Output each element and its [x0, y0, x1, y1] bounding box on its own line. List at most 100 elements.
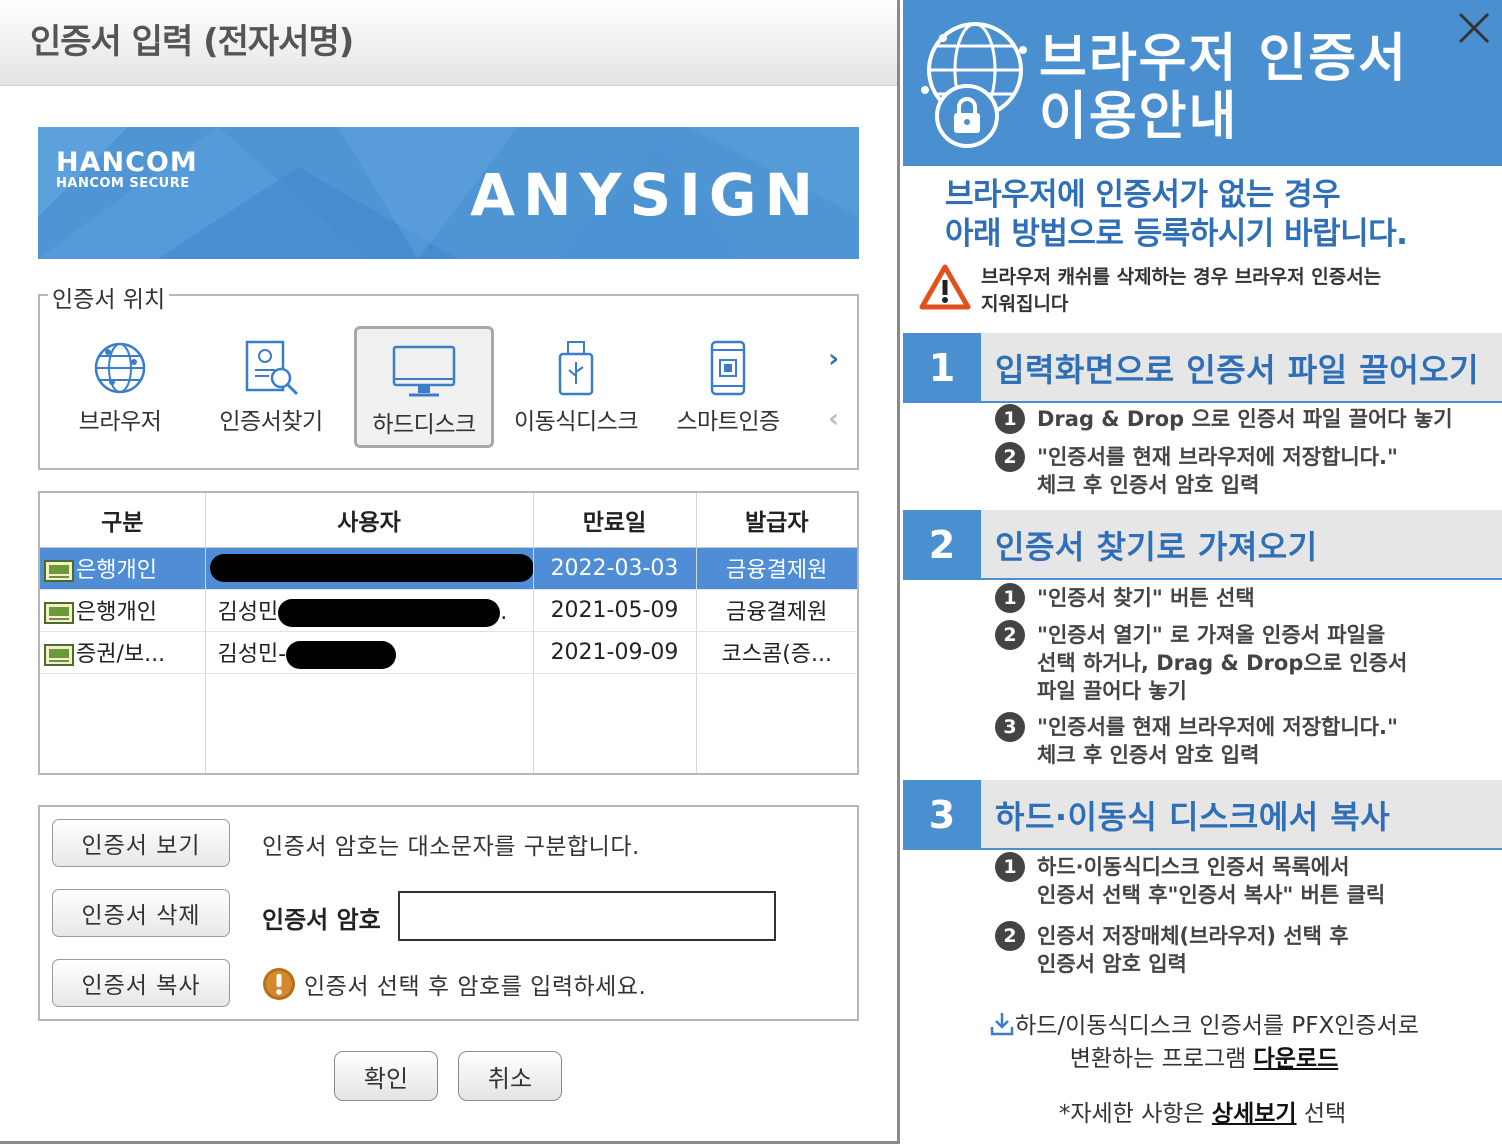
- column-header-user[interactable]: 사용자: [205, 493, 534, 548]
- user-suffix: .: [500, 599, 508, 625]
- step-item-number: 2: [995, 921, 1025, 951]
- certificate-dialog: 인증서 입력 (전자서명) HANCOM HANCOM SECURE ANYSI…: [0, 0, 900, 1144]
- step-item-number: 2: [995, 442, 1025, 472]
- certificate-icon: [44, 560, 74, 582]
- table-header-row: 구분 사용자 만료일 발급자: [40, 493, 857, 548]
- guide-subtitle-line: 브라우저에 인증서가 없는 경우: [945, 177, 1341, 213]
- location-smart-cert[interactable]: 스마트인증: [658, 326, 798, 448]
- guide-caution: 브라우저 캐쉬를 삭제하는 경우 브라우저 인증서는 지워집니다: [919, 264, 1381, 318]
- location-next-arrow[interactable]: ›: [828, 344, 839, 374]
- step-item-line: Drag & Drop 으로 인증서 파일 끌어다 놓기: [1037, 407, 1453, 431]
- column-header-issuer[interactable]: 발급자: [696, 493, 857, 548]
- guide-header: 브라우저 인증서 이용안내: [903, 0, 1502, 166]
- step-item-line: "인증서 찾기" 버튼 선택: [1037, 586, 1255, 610]
- cell-type: 은행개인: [40, 547, 206, 590]
- cell-expiry: 2021-05-09: [533, 589, 697, 632]
- detail-link[interactable]: 상세보기: [1212, 1101, 1297, 1127]
- step-title: 입력화면으로 인증서 파일 끌어오기: [995, 351, 1480, 389]
- download-text: 하드/이동식디스크 인증서를 PFX인증서로: [1015, 1013, 1419, 1039]
- location-legend: 인증서 위치: [48, 280, 170, 314]
- redacted-user: [209, 554, 532, 582]
- download-line: 하드/이동식디스크 인증서를 PFX인증서로: [959, 1010, 1449, 1043]
- table-row[interactable]: 은행개인 김성민. 2021-05-09 금융결제원: [40, 589, 857, 632]
- guide-title-line: 브라우저 인증서: [1039, 29, 1408, 89]
- certificate-search-icon: [245, 340, 299, 396]
- guide-step-2: 2 인증서 찾기로 가져오기: [903, 510, 1502, 580]
- step-divider: [981, 848, 1502, 850]
- guide-caution-text: 브라우저 캐쉬를 삭제하는 경우 브라우저 인증서는 지워집니다: [981, 264, 1381, 318]
- pfx-download-note: 하드/이동식디스크 인증서를 PFX인증서로 변환하는 프로그램 다운로드: [959, 1010, 1449, 1076]
- user-name: 김성민: [217, 599, 279, 625]
- step-item-line: 체크 후 인증서 암호 입력: [1037, 743, 1260, 767]
- column-header-type[interactable]: 구분: [40, 493, 206, 548]
- step-1-item-2: 2 "인증서를 현재 브라우저에 저장합니다." 체크 후 인증서 암호 입력: [995, 442, 1398, 499]
- guide-subtitle: 브라우저에 인증서가 없는 경우 아래 방법으로 등록하시기 바랍니다.: [945, 176, 1408, 254]
- certificate-list: 구분 사용자 만료일 발급자 은행개인 2022-03-03 금융결제원 은행개…: [38, 491, 859, 775]
- location-label: 스마트인증: [676, 409, 780, 435]
- cell-type: 증권/보...: [40, 631, 206, 674]
- copy-certificate-button[interactable]: 인증서 복사: [52, 959, 230, 1007]
- step-item-line: 인증서 선택 후"인증서 복사" 버튼 클릭: [1037, 883, 1386, 907]
- step-item-text: "인증서를 현재 브라우저에 저장합니다." 체크 후 인증서 암호 입력: [1037, 713, 1398, 769]
- step-2-item-2: 2 "인증서 열기" 로 가져올 인증서 파일을 선택 하거나, Drag & …: [995, 620, 1408, 705]
- step-item-text: "인증서 찾기" 버튼 선택: [1037, 584, 1255, 612]
- location-label: 브라우저: [78, 409, 162, 435]
- hancom-logo: HANCOM HANCOM SECURE: [56, 147, 198, 191]
- guide-step-3: 3 하드·이동식 디스크에서 복사: [903, 780, 1502, 850]
- table-row-empty: [40, 673, 857, 773]
- location-label: 이동식디스크: [514, 409, 638, 435]
- caution-line: 브라우저 캐쉬를 삭제하는 경우 브라우저 인증서는: [981, 266, 1382, 288]
- detail-text: *자세한 사항은: [1058, 1101, 1212, 1127]
- product-name: ANYSIGN: [470, 161, 821, 229]
- delete-certificate-button[interactable]: 인증서 삭제: [52, 889, 230, 937]
- detail-note: *자세한 사항은 상세보기 선택: [903, 1094, 1502, 1128]
- step-item-line: 선택 하거나, Drag & Drop으로 인증서: [1037, 651, 1408, 675]
- location-hard-disk[interactable]: 하드디스크: [354, 326, 494, 448]
- monitor-icon: [392, 345, 456, 397]
- step-item-line: "인증서를 현재 브라우저에 저장합니다.": [1037, 715, 1398, 739]
- hancom-logo-text: HANCOM: [56, 147, 198, 178]
- location-removable-disk[interactable]: 이동식디스크: [506, 326, 646, 448]
- certificate-actions: 인증서 보기 인증서 삭제 인증서 복사 인증서 암호는 대소문자를 구분합니다…: [38, 805, 859, 1021]
- cert-type-label: 증권/보...: [76, 642, 166, 667]
- download-line: 변환하는 프로그램 다운로드: [959, 1043, 1449, 1076]
- cell-issuer: 코스콤(증...: [696, 631, 857, 674]
- step-divider: [981, 578, 1502, 580]
- certificate-table: 구분 사용자 만료일 발급자 은행개인 2022-03-03 금융결제원 은행개…: [40, 493, 857, 773]
- guide-title: 브라우저 인증서 이용안내: [1039, 30, 1408, 146]
- step-number: 3: [903, 780, 981, 850]
- password-input[interactable]: [398, 891, 776, 941]
- caution-line: 지워집니다: [981, 293, 1069, 315]
- view-certificate-button[interactable]: 인증서 보기: [52, 819, 230, 867]
- confirm-button[interactable]: 확인: [334, 1051, 438, 1101]
- step-item-number: 2: [995, 620, 1025, 650]
- location-label: 하드디스크: [372, 412, 476, 438]
- step-item-text: 하드·이동식디스크 인증서 목록에서 인증서 선택 후"인증서 복사" 버튼 클…: [1037, 853, 1385, 909]
- password-warning-text: 인증서 선택 후 암호를 입력하세요.: [304, 974, 647, 1000]
- step-2-item-1: 1 "인증서 찾기" 버튼 선택: [995, 583, 1255, 613]
- step-1-item-1: 1 Drag & Drop 으로 인증서 파일 끌어다 놓기: [995, 404, 1453, 434]
- cell-issuer: 금융결제원: [696, 547, 857, 590]
- table-row[interactable]: 증권/보... 김성민- 2021-09-09 코스콤(증...: [40, 631, 857, 674]
- table-row[interactable]: 은행개인 2022-03-03 금융결제원: [40, 547, 857, 590]
- step-title: 하드·이동식 디스크에서 복사: [995, 798, 1391, 836]
- download-link[interactable]: 다운로드: [1254, 1046, 1339, 1072]
- cancel-button[interactable]: 취소: [458, 1051, 562, 1101]
- column-header-expiry[interactable]: 만료일: [533, 493, 697, 548]
- step-item-line: 인증서 저장매체(브라우저) 선택 후: [1037, 924, 1349, 948]
- location-cert-search[interactable]: 인증서찾기: [201, 326, 341, 448]
- location-browser[interactable]: 브라우저: [50, 326, 190, 448]
- cert-type-label: 은행개인: [76, 558, 157, 583]
- step-item-line: 인증서 암호 입력: [1037, 952, 1187, 976]
- exclamation-icon: [263, 968, 295, 1000]
- step-3-item-1: 1 하드·이동식디스크 인증서 목록에서 인증서 선택 후"인증서 복사" 버튼…: [995, 852, 1385, 909]
- cell-user: [205, 547, 534, 590]
- location-prev-arrow[interactable]: ‹: [828, 404, 839, 434]
- redacted-user: [278, 598, 501, 627]
- close-icon[interactable]: [1456, 10, 1492, 46]
- password-label: 인증서 암호: [262, 906, 381, 934]
- browser-cert-guide: 브라우저 인증서 이용안내 브라우저에 인증서가 없는 경우 아래 방법으로 등…: [903, 0, 1502, 1144]
- hancom-secure-text: HANCOM SECURE: [56, 176, 190, 191]
- step-number: 1: [903, 333, 981, 403]
- certificate-icon: [44, 602, 74, 624]
